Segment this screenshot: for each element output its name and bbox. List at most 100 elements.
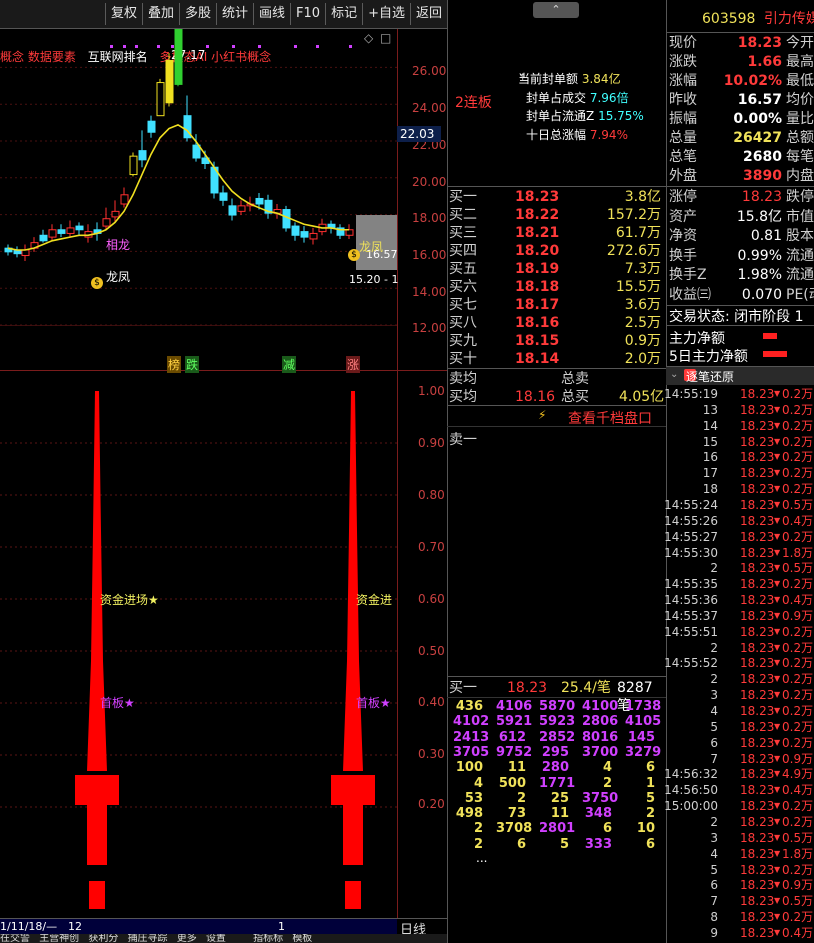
tick-volume: 0.4万 [782, 925, 814, 940]
queue-avg: 25.4/笔 [561, 680, 611, 696]
tab-7[interactable]: 模板 [292, 934, 312, 943]
tick-time: 14:55:30 [664, 545, 718, 560]
tick-volume: 0.9万 [782, 751, 814, 766]
tick-row: 7 18.23 ▼ 0.5万 [668, 893, 814, 909]
mark-button[interactable]: 标记 [325, 3, 362, 25]
tick-price: 18.23 [740, 910, 775, 925]
buy-level-row[interactable]: 买六 18.18 15.5万 [449, 278, 665, 296]
tick-time: 4 [710, 704, 718, 718]
candle-body [345, 229, 354, 236]
queue-cell: 145 [627, 729, 655, 745]
ticks-title[interactable]: 逐笔还原 [686, 368, 734, 385]
tick-dir-icon: ▼ [774, 595, 781, 605]
tick-volume: 0.2万 [782, 418, 814, 433]
tab-0[interactable]: 在交警 [0, 934, 30, 943]
queue-cell: 5 [559, 836, 569, 852]
tab-5[interactable]: 设置 [206, 934, 226, 943]
candle-body [57, 229, 66, 234]
tick-time: 14:55:26 [664, 513, 718, 528]
tick-dir-icon: ▼ [774, 404, 781, 414]
quote-field-value: 1.66 [747, 54, 782, 70]
indicator-chart[interactable] [0, 371, 397, 918]
ytick-label: 12.00 [412, 321, 447, 335]
quote-field-label-2: 总额 [786, 130, 814, 146]
fuquan-button[interactable]: 复权 [104, 3, 142, 25]
tick-time: 14:55:52 [664, 656, 718, 671]
queue-more[interactable]: ... [476, 851, 487, 865]
quote-field-label: 外盘 [669, 168, 697, 184]
tick-volume: 0.2万 [782, 862, 814, 877]
queue-cell: 498 [455, 806, 483, 822]
tab-4[interactable]: 更多 [177, 934, 197, 943]
queue-cell: 4105 [625, 714, 662, 730]
first-board-label: 首板★ [100, 696, 135, 710]
tick-price: 18.23 [740, 577, 775, 592]
queue-cell: 1771 [539, 775, 576, 791]
quote-field-value: 15.8亿 [736, 208, 782, 225]
queue-row: 4 500 1771 2 1 [449, 776, 665, 791]
buy-level-row[interactable]: 买五 18.19 7.3万 [449, 260, 665, 278]
tick-price: 18.23 [740, 704, 775, 718]
buy-level-row[interactable]: 买八 18.16 2.5万 [449, 314, 665, 332]
tick-row: 14:55:52 18.23 ▼ 0.2万 [664, 655, 814, 671]
candle-body [300, 231, 309, 238]
tab-3[interactable]: 捕庄寻踪 [128, 934, 168, 943]
queue-cell: 11 [507, 760, 526, 776]
multi-stock-button[interactable]: 多股 [178, 3, 216, 25]
tick-volume: 0.4万 [782, 513, 814, 528]
queue-cell: 5870 [539, 699, 576, 714]
tick-price: 18.23 [740, 656, 775, 671]
f10-button[interactable]: F10 [290, 3, 325, 25]
date-label: 1/11/18/— [0, 920, 58, 933]
ind-ytick-label: 0.50 [418, 644, 445, 658]
queue-cell: 3708 [496, 821, 533, 837]
buy-level-price: 18.17 [515, 297, 560, 313]
buy-level-row[interactable]: 买四 18.20 272.6万 [449, 242, 665, 260]
buy-avg-value: 18.16 [515, 389, 556, 405]
tick-dir-icon: ▼ [774, 658, 781, 668]
quote-field-label-2: 今开 [786, 35, 814, 51]
overlay-button[interactable]: 叠加 [141, 3, 179, 25]
buy-level-row[interactable]: 买九 18.15 0.9万 [449, 332, 665, 350]
buy-level-row[interactable]: 买七 18.17 3.6万 [449, 296, 665, 314]
signal-dot [232, 45, 235, 48]
candle-body [228, 205, 237, 216]
buy-level-row[interactable]: 买二 18.22 157.2万 [449, 206, 665, 224]
tick-row: 5 18.23 ▼ 0.2万 [668, 862, 814, 878]
chart-toolbar: 复权 叠加 多股 统计 画线 F10 标记 +自选 返回 [0, 0, 447, 29]
tick-dir-icon: ▼ [774, 785, 781, 795]
tab-1[interactable]: 主营神创 [39, 934, 79, 943]
queue-cell: 6 [645, 760, 655, 776]
queue-row: 3705 9752 295 3700 3279 [449, 745, 665, 760]
tab-2[interactable]: 获利分 [88, 934, 118, 943]
add-watchlist-button[interactable]: +自选 [362, 3, 410, 25]
tick-row: 2 18.23 ▼ 0.2万 [668, 814, 814, 830]
back-button[interactable]: 返回 [409, 3, 447, 25]
tick-price: 18.23 [740, 561, 775, 576]
kline-chart[interactable] [0, 29, 397, 370]
tick-time: 2 [710, 814, 718, 829]
buy-level-row[interactable]: 买三 18.21 61.7万 [449, 224, 665, 242]
quote-field-label: 换手 [669, 247, 697, 264]
buy-level-row[interactable]: 买一 18.23 3.8亿 [449, 188, 665, 206]
collapse-toggle[interactable]: ⌃ [533, 2, 579, 18]
sell-avg-row: 卖均 总卖 [449, 370, 665, 388]
tick-volume: 0.2万 [782, 799, 814, 814]
view-depth-link[interactable]: 查看千档盘口 [568, 408, 652, 428]
buy-level-label: 买五 [449, 261, 477, 277]
tick-time: 7 [710, 894, 718, 909]
queue-row: 2413 612 2852 8016 145 [449, 730, 665, 745]
draw-line-button[interactable]: 画线 [253, 3, 290, 25]
tick-row: 14:56:32 18.23 ▼ 4.9万 [664, 766, 814, 782]
quote-field-value: 0.070 [741, 286, 782, 303]
tab-6[interactable]: 指标标 [253, 934, 283, 943]
seal-ratio-label: 封单占成交 [526, 90, 587, 105]
queue-cell: 6 [516, 836, 526, 852]
buy-level-row[interactable]: 买十 18.14 2.0万 [449, 350, 665, 368]
chevron-down-icon[interactable]: ⌄ [670, 369, 678, 380]
queue-cell: 4 [473, 775, 483, 791]
tick-price: 18.23 [740, 799, 775, 814]
queue-cell: 4100 [582, 699, 619, 714]
buy-level-volume: 15.5万 [615, 279, 661, 295]
stats-button[interactable]: 统计 [216, 3, 253, 25]
